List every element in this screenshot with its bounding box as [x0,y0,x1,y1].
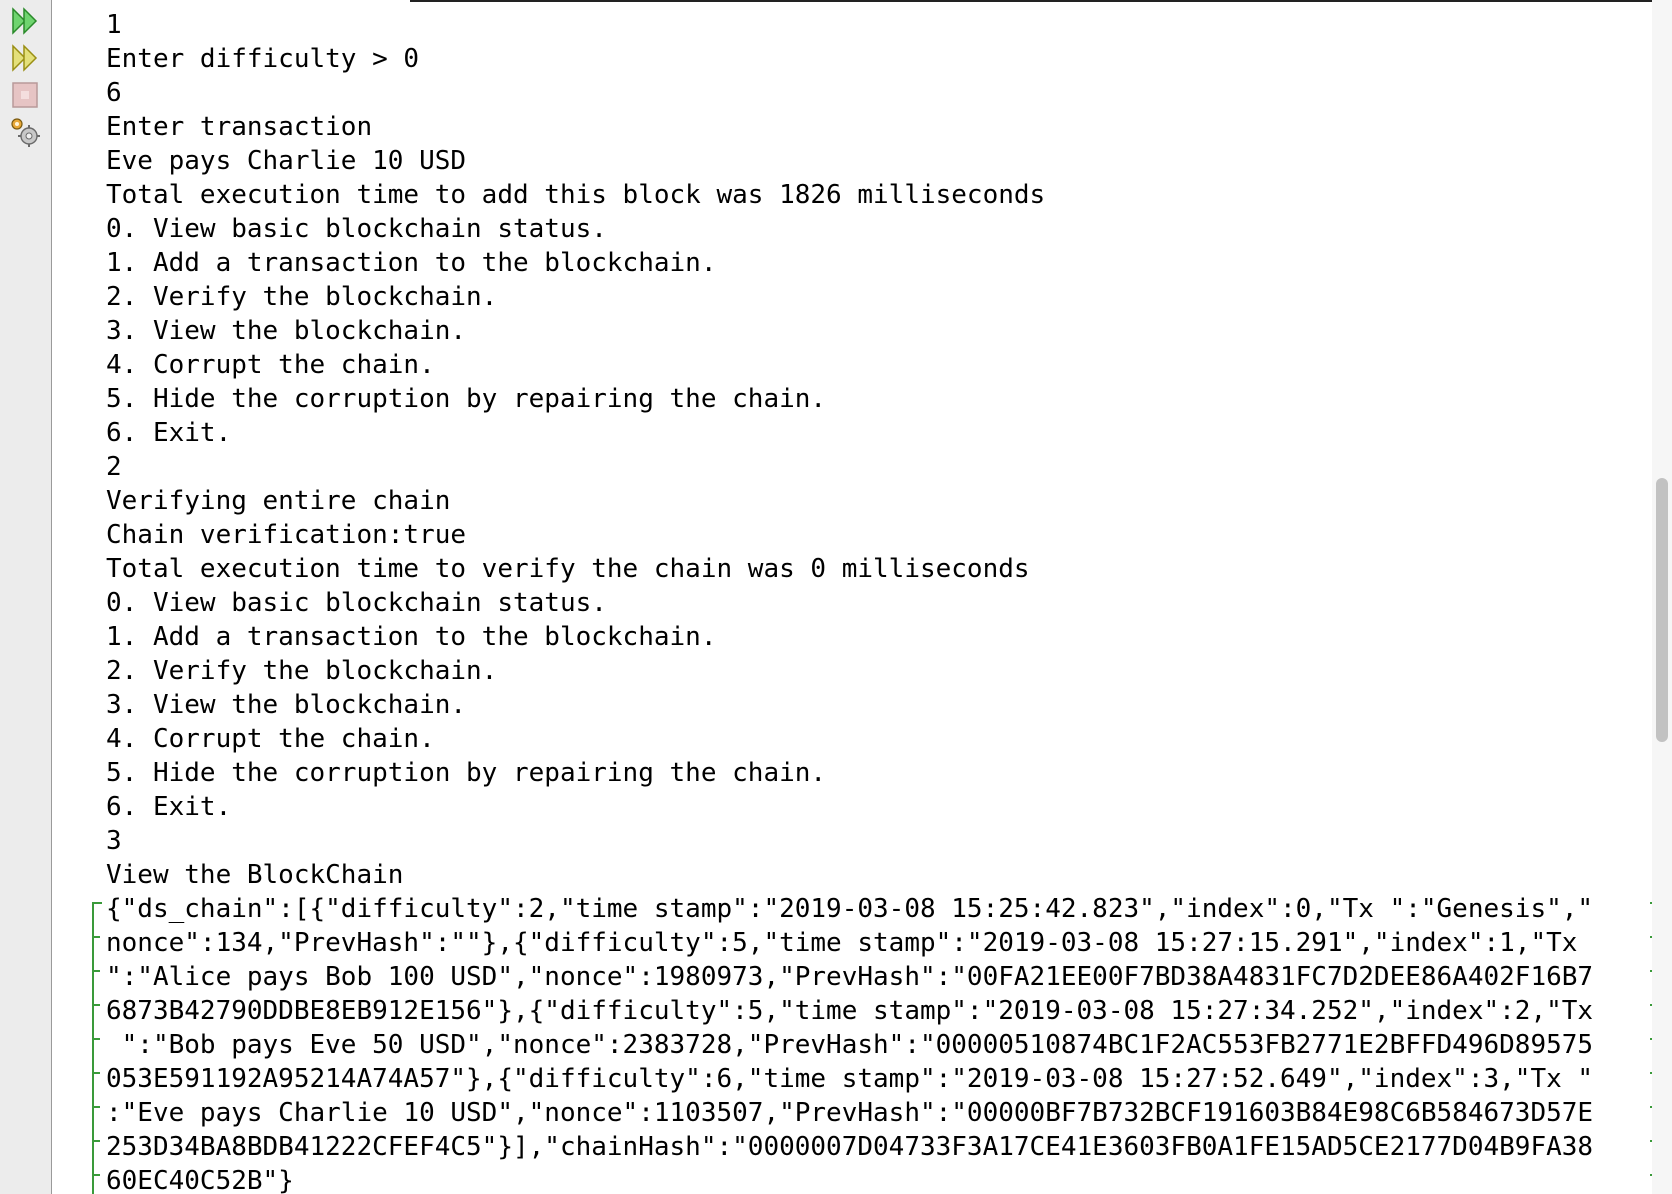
console-line: 0. View basic blockchain status. [106,588,607,618]
console-line: Total execution time to add this block w… [106,180,1046,210]
console-line: Chain verification:true [106,520,467,550]
vertical-scrollbar[interactable] [1652,0,1672,1194]
console-line: 6. Exit. [106,418,232,448]
fold-tick [92,1106,100,1108]
rerun-button[interactable] [8,4,42,38]
rerun-with-parameters-button[interactable] [8,41,42,75]
settings-button[interactable] [8,115,42,149]
json-line: {"ds_chain":[{"difficulty":2,"time stamp… [106,894,1594,924]
console-line: View the BlockChain [106,860,404,890]
json-line: 6873B42790DDBE8EB912E156"},{"difficulty"… [106,996,1594,1026]
console-line: 6. Exit. [106,792,232,822]
stop-icon [12,82,38,108]
fold-marker-left[interactable] [92,902,102,1194]
json-line: 053E591192A95214A74A57"},{"difficulty":6… [106,1064,1594,1094]
fold-tick [92,1004,100,1006]
fold-tick [92,1038,100,1040]
top-border [410,0,1672,2]
console-line: Eve pays Charlie 10 USD [106,146,467,176]
output-window: 1 Enter difficulty > 0 6 Enter transacti… [0,0,1672,1194]
console-line: 3. View the blockchain. [106,690,467,720]
fold-tick [92,1072,100,1074]
console-line: 2. Verify the blockchain. [106,282,498,312]
fold-tick [92,1174,100,1176]
stop-button[interactable] [8,78,42,112]
console-line: Enter difficulty > 0 [106,44,420,74]
json-line: ":"Bob pays Eve 50 USD","nonce":2383728,… [106,1030,1594,1060]
fold-tick [92,1140,100,1142]
console-line: 5. Hide the corruption by repairing the … [106,758,827,788]
console-line: 3 [106,826,122,856]
console-line: 1 [106,10,122,40]
console-lines: 1 Enter difficulty > 0 6 Enter transacti… [106,8,1626,892]
settings-icon [11,118,40,147]
json-line: :"Eve pays Charlie 10 USD","nonce":11035… [106,1098,1594,1128]
blockchain-json-output: {"ds_chain":[{"difficulty":2,"time stamp… [92,892,1660,1194]
json-line: 60EC40C52B"} [106,1166,294,1194]
console-line: 4. Corrupt the chain. [106,724,435,754]
console-line: 1. Add a transaction to the blockchain. [106,622,717,652]
console-line: 3. View the blockchain. [106,316,467,346]
scrollbar-thumb[interactable] [1656,478,1668,742]
json-line: nonce":134,"PrevHash":""},{"difficulty":… [106,928,1578,958]
console-line: Enter transaction [106,112,373,142]
console-line: 1. Add a transaction to the blockchain. [106,248,717,278]
console-line: Verifying entire chain [106,486,451,516]
fold-tick [92,970,100,972]
json-line: 253D34BA8BDB41222CFEF4C5"}],"chainHash":… [106,1132,1594,1162]
rerun-icon [12,7,38,35]
console-line: 6 [106,78,122,108]
console-line: 5. Hide the corruption by repairing the … [106,384,827,414]
fold-tick [92,936,100,938]
output-toolbar [0,0,52,1194]
rerun-with-different-parameters-icon [12,44,38,72]
console-line: 0. View basic blockchain status. [106,214,607,244]
console-line: 2. Verify the blockchain. [106,656,498,686]
console-output[interactable]: 1 Enter difficulty > 0 6 Enter transacti… [92,8,1660,1194]
console-line: 2 [106,452,122,482]
console-line: Total execution time to verify the chain… [106,554,1030,584]
json-line: ":"Alice pays Bob 100 USD","nonce":19809… [106,962,1594,992]
console-line: 4. Corrupt the chain. [106,350,435,380]
